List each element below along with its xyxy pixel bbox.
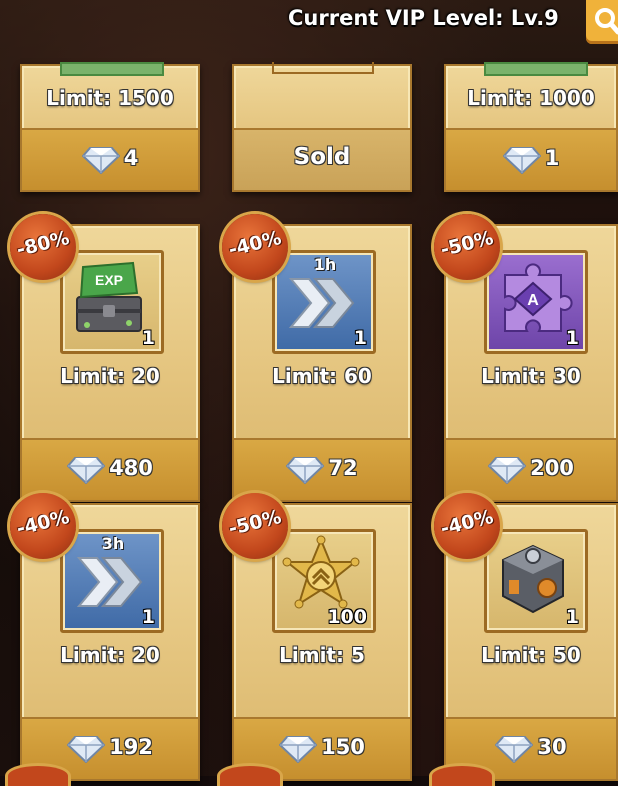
diamond-icon	[67, 457, 106, 484]
diamond-icon	[502, 147, 541, 174]
buy-button[interactable]: 1	[446, 128, 616, 190]
item-slot-edge	[60, 62, 164, 76]
buy-button[interactable]: 480	[22, 438, 198, 500]
diamond-icon	[279, 736, 318, 763]
search-button[interactable]	[586, 0, 618, 44]
limit-label: Limit: 60	[272, 364, 372, 388]
svg-text:EXP: EXP	[95, 272, 123, 288]
item-slot: 100	[272, 529, 376, 633]
limit-label: Limit: 30	[481, 364, 581, 388]
discount-badge: -50%	[434, 214, 500, 280]
sold-label: Sold	[293, 144, 351, 170]
discount-badge: -50%	[222, 493, 288, 559]
price-value: 480	[109, 456, 153, 480]
discount-badge: -40%	[10, 493, 76, 559]
item-slot-edge	[484, 62, 588, 76]
diamond-icon	[495, 736, 534, 763]
sold-bar: Sold	[234, 128, 410, 190]
discount-badge: -40%	[222, 214, 288, 280]
limit-label: Limit: 1000	[467, 86, 595, 110]
diamond-icon	[81, 147, 120, 174]
item-quantity: 1	[141, 606, 155, 628]
diamond-icon	[67, 736, 106, 763]
buy-button[interactable]: 4	[22, 128, 198, 190]
item-quantity: 100	[327, 606, 367, 628]
shop-item-card[interactable]: Limit: 1500 4	[20, 62, 200, 192]
limit-label: Limit: 1500	[46, 86, 174, 110]
item-slot: EXP 1	[60, 250, 164, 354]
limit-label: Limit: 5	[279, 643, 365, 667]
shop-item-card-sold: Sold	[232, 62, 412, 192]
vip-level-label: Current VIP Level: Lv.9	[288, 6, 559, 30]
svg-text:A: A	[527, 292, 539, 309]
shop-item-card[interactable]: 1 Limit: 50 30 -40%	[434, 493, 618, 781]
shop-item-card[interactable]: A 1 Limit: 30 200 -50%	[434, 214, 618, 502]
next-row-badge	[220, 766, 280, 786]
shop-item-card[interactable]: 1h 1 Limit: 60 72 -40%	[222, 214, 412, 502]
item-slot: A 1	[484, 250, 588, 354]
item-slot: 3h 1	[60, 529, 164, 633]
next-row-badge	[432, 766, 492, 786]
shop-item-card[interactable]: 100 Limit: 5 150 -50%	[222, 493, 412, 781]
item-slot: 1	[484, 529, 588, 633]
item-quantity: 1	[565, 606, 579, 628]
price-value: 4	[123, 146, 139, 170]
shop-item-card[interactable]: EXP 1 Limit: 20 480 -80%	[10, 214, 200, 502]
top-bar: Current VIP Level: Lv.9	[0, 0, 618, 52]
search-icon	[595, 8, 618, 35]
shop-item-card[interactable]: 3h 1 Limit: 20 192 -40%	[10, 493, 200, 781]
buy-button[interactable]: 72	[234, 438, 410, 500]
price-value: 200	[530, 456, 574, 480]
limit-label: Limit: 50	[481, 643, 581, 667]
price-value: 30	[537, 735, 567, 759]
price-value: 150	[321, 735, 365, 759]
item-slot: 1h 1	[272, 250, 376, 354]
limit-label: Limit: 20	[60, 643, 160, 667]
item-quantity: 1	[565, 327, 579, 349]
shop-item-card[interactable]: Limit: 1000 1	[444, 62, 618, 192]
price-value: 192	[109, 735, 153, 759]
diamond-icon	[488, 457, 527, 484]
diamond-icon	[286, 457, 325, 484]
discount-badge: -40%	[434, 493, 500, 559]
item-slot-edge	[272, 62, 374, 74]
discount-badge: -80%	[10, 214, 76, 280]
buy-button[interactable]: 200	[446, 438, 616, 500]
item-quantity: 1	[141, 327, 155, 349]
price-value: 1	[544, 146, 560, 170]
limit-label: Limit: 20	[60, 364, 160, 388]
price-value: 72	[328, 456, 358, 480]
next-row-badge	[8, 766, 68, 786]
item-quantity: 1	[353, 327, 367, 349]
